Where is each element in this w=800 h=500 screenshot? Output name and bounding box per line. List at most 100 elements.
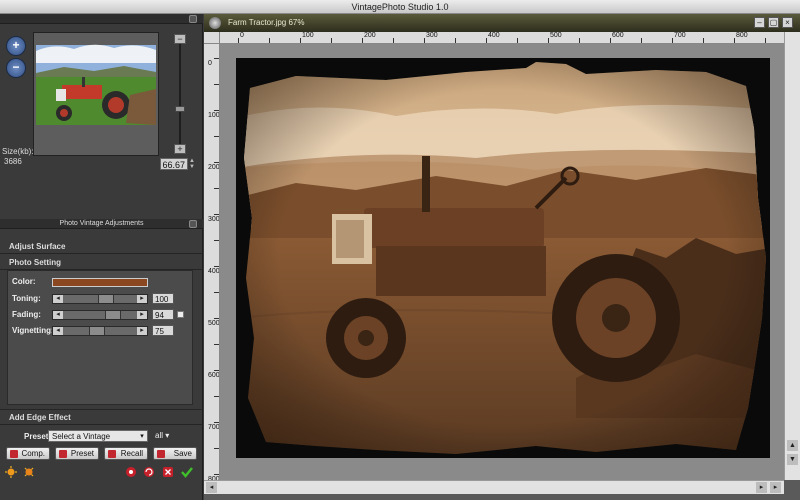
fading-decrease-arrow[interactable]: ◂ xyxy=(53,311,63,319)
close-document-button[interactable]: × xyxy=(782,17,793,28)
ruler-label: 500 xyxy=(550,32,562,39)
minimize-button[interactable]: – xyxy=(754,17,765,28)
preset-button-label: Preset xyxy=(70,449,94,458)
zoom-out-button[interactable]: − xyxy=(6,58,26,78)
thumbnail-image xyxy=(34,33,158,155)
vertical-scrollbar[interactable]: ▲ ▼ xyxy=(784,32,800,480)
horizontal-ruler: 0100200300400500600700800900100011001200 xyxy=(220,32,784,44)
fading-value[interactable]: 94 xyxy=(152,309,174,320)
preset-filter-select[interactable]: all ▾ xyxy=(153,430,177,442)
scroll-right-arrow[interactable]: ▸ xyxy=(756,482,767,493)
color-label: Color: xyxy=(12,277,36,286)
fading-row: Fading: ◂ ▸ 94 xyxy=(8,308,194,322)
document-window: Farm Tractor.jpg 67% – ▢ × 0 100 200 300 400… xyxy=(204,14,800,500)
image-canvas[interactable] xyxy=(220,44,784,480)
window-title: VintagePhoto Studio 1.0 xyxy=(351,2,449,12)
window-title-bar: VintagePhoto Studio 1.0 xyxy=(0,0,800,14)
toning-row: Toning: ◂ ▸ 100 xyxy=(8,292,194,306)
toning-label: Toning: xyxy=(12,294,41,303)
ruler-label: 400 xyxy=(488,32,500,39)
ruler-label: 600 xyxy=(612,32,624,39)
zoom-slider-track[interactable] xyxy=(179,44,181,144)
ruler-label: 200 xyxy=(364,32,376,39)
zoom-in-icon: + xyxy=(12,38,20,52)
document-title: Farm Tractor.jpg 67% xyxy=(228,18,305,27)
vignetting-slider[interactable]: ◂ ▸ xyxy=(52,326,148,336)
undo-icon[interactable] xyxy=(143,466,155,478)
sun-alt-icon[interactable] xyxy=(23,466,35,478)
ruler-label: 0 xyxy=(208,60,212,67)
zoom-slider-handle[interactable] xyxy=(175,106,185,112)
ruler-label: 200 xyxy=(208,164,220,171)
vertical-ruler: 0 100 200 300 400 500 600 700 800 xyxy=(204,44,220,480)
vignetting-value[interactable]: 75 xyxy=(152,325,174,336)
recall-button[interactable]: Recall xyxy=(104,447,148,460)
reset-icon[interactable] xyxy=(125,466,137,478)
left-panel: + − − + Size(kb): 3686 66.67 ▲ ▼ Photo Vi… xyxy=(0,14,203,500)
size-value: 3686 xyxy=(4,157,22,166)
scroll-up-arrow[interactable]: ▲ xyxy=(787,440,798,451)
horizontal-scrollbar[interactable]: ◂ ▸ ▸ xyxy=(204,480,784,494)
save-icon xyxy=(157,450,165,458)
fading-label: Fading: xyxy=(12,310,41,319)
vignetting-row: Vignetting: ◂ ▸ 75 xyxy=(8,324,194,338)
scroll-right-arrow-alt[interactable]: ▸ xyxy=(770,482,781,493)
fading-slider-handle[interactable] xyxy=(105,311,121,319)
save-button[interactable]: Save xyxy=(153,447,197,460)
scroll-down-arrow[interactable]: ▼ xyxy=(787,454,798,465)
fading-increase-arrow[interactable]: ▸ xyxy=(137,311,147,319)
panel-options-icon[interactable] xyxy=(189,15,197,23)
close-icon[interactable] xyxy=(162,466,174,478)
ruler-label: 500 xyxy=(208,320,220,327)
ruler-label: 700 xyxy=(208,424,220,431)
color-row: Color: xyxy=(8,275,194,289)
section-adjust-surface[interactable]: Adjust Surface xyxy=(0,240,203,254)
toning-increase-arrow[interactable]: ▸ xyxy=(137,295,147,303)
toning-decrease-arrow[interactable]: ◂ xyxy=(53,295,63,303)
toning-slider-handle[interactable] xyxy=(98,295,114,303)
navigator-header xyxy=(0,14,203,24)
zoom-in-button[interactable]: + xyxy=(6,36,26,56)
adjustments-options-icon[interactable] xyxy=(189,220,197,228)
ruler-label: 700 xyxy=(674,32,686,39)
zoom-value-field[interactable]: 66.67 xyxy=(160,158,188,170)
zoom-slider-plus[interactable]: + xyxy=(174,144,186,154)
preset-icon xyxy=(59,450,67,458)
zoom-stepper[interactable]: ▲ ▼ xyxy=(189,158,197,170)
checkmark-icon[interactable] xyxy=(181,466,193,478)
toning-slider[interactable]: ◂ ▸ xyxy=(52,294,148,304)
ruler-label: 400 xyxy=(208,268,220,275)
section-add-edge-effect[interactable]: Add Edge Effect xyxy=(0,409,203,425)
color-swatch[interactable] xyxy=(52,278,148,287)
document-icon xyxy=(209,17,221,29)
maximize-button[interactable]: ▢ xyxy=(768,17,779,28)
ruler-label: 300 xyxy=(208,216,220,223)
preset-select-value: Select a Vintage xyxy=(52,432,111,441)
scroll-left-arrow[interactable]: ◂ xyxy=(206,482,217,493)
sun-icon[interactable] xyxy=(5,466,17,478)
section-photo-setting[interactable]: Photo Setting xyxy=(0,256,203,270)
recall-icon xyxy=(108,450,116,458)
ruler-label: 100 xyxy=(208,112,220,119)
toning-value[interactable]: 100 xyxy=(152,293,174,304)
fading-checkbox[interactable] xyxy=(177,311,184,318)
vintage-tractor-photo[interactable] xyxy=(236,58,770,458)
zoom-out-icon: − xyxy=(12,60,20,74)
adjustments-title: Photo Vintage Adjustments xyxy=(59,220,144,227)
recall-button-label: Recall xyxy=(120,449,143,458)
comp-button[interactable]: Comp. xyxy=(6,447,50,460)
vignetting-decrease-arrow[interactable]: ◂ xyxy=(53,327,63,335)
vignetting-slider-handle[interactable] xyxy=(89,327,105,335)
vignetting-increase-arrow[interactable]: ▸ xyxy=(137,327,147,335)
ruler-label: 0 xyxy=(240,32,244,39)
vignetting-label: Vignetting: xyxy=(12,326,54,335)
preset-button[interactable]: Preset xyxy=(55,447,99,460)
zoom-slider[interactable]: − + xyxy=(174,34,186,156)
zoom-slider-minus[interactable]: − xyxy=(174,34,186,44)
document-title-bar: Farm Tractor.jpg 67% – ▢ × xyxy=(204,14,800,32)
preset-select[interactable]: Select a Vintage ▾ xyxy=(48,430,148,442)
navigator-thumbnail[interactable] xyxy=(33,32,159,156)
preset-filter-value: all xyxy=(155,431,164,440)
ruler-corner xyxy=(204,32,220,44)
fading-slider[interactable]: ◂ ▸ xyxy=(52,310,148,320)
